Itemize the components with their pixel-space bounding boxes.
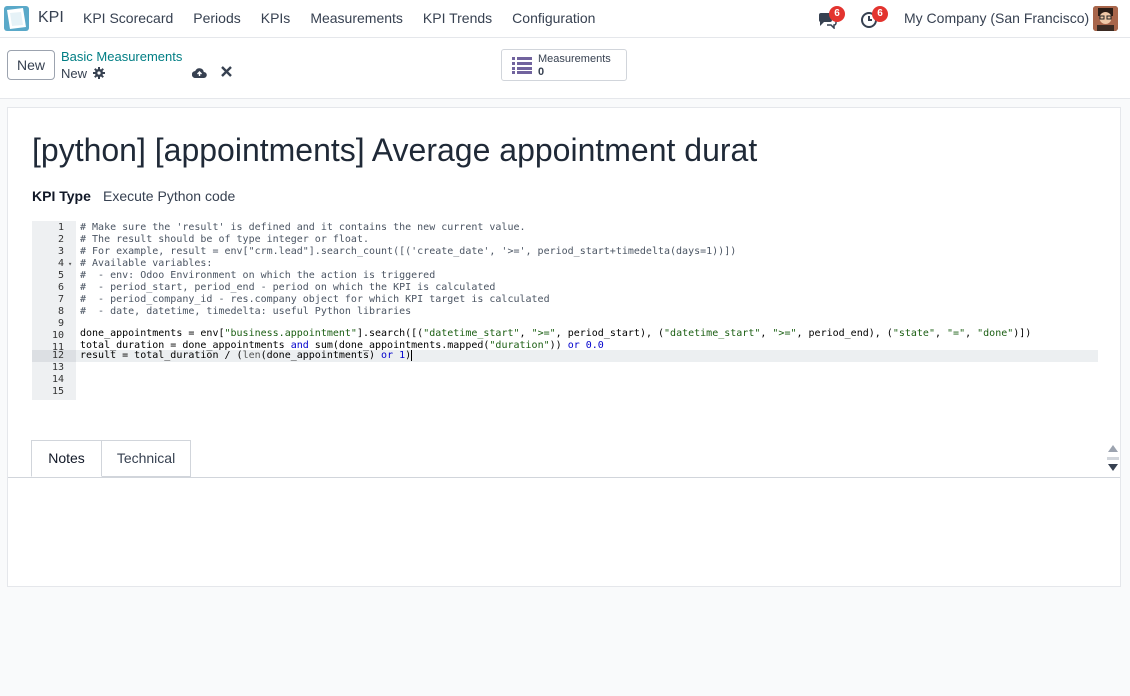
notebook-tabs: Notes Technical	[8, 440, 1120, 478]
messages-button[interactable]: 6	[817, 6, 845, 30]
app-name[interactable]: KPI	[38, 9, 64, 27]
company-switcher[interactable]: My Company (San Francisco)	[904, 10, 1089, 26]
control-panel: New Basic Measurements New Measurements …	[0, 38, 1130, 99]
code-string: "business.appointment"	[224, 328, 357, 339]
line-number: 13	[51, 362, 64, 373]
code-token: ,	[965, 328, 978, 339]
measurements-smart-button[interactable]: Measurements 0	[501, 49, 627, 81]
smart-button-count: 0	[538, 66, 545, 78]
code-comment-line: # For example, result = env["crm.lead"].…	[80, 246, 737, 257]
code-string: "done"	[977, 328, 1014, 339]
messages-badge: 6	[829, 6, 845, 22]
code-comment-line: # The result should be of type integer o…	[80, 234, 369, 245]
tabs-scroll-arrows-icon[interactable]	[1106, 442, 1120, 476]
line-number: 4	[57, 258, 64, 269]
code-string: "datetime_start"	[423, 328, 520, 339]
breadcrumb-basic-measurements[interactable]: Basic Measurements	[61, 49, 182, 64]
code-token: ))	[549, 340, 568, 351]
menu-measurements[interactable]: Measurements	[300, 0, 413, 37]
line-number: 3	[57, 246, 64, 257]
code-token: ].search([(	[356, 328, 424, 339]
new-button[interactable]: New	[7, 50, 55, 80]
activities-button[interactable]: 6	[860, 6, 888, 29]
code-string: "="	[947, 328, 966, 339]
discard-icon[interactable]	[221, 66, 232, 77]
line-number: 6	[57, 282, 64, 293]
line-number: 1	[57, 222, 64, 233]
tab-technical[interactable]: Technical	[102, 440, 191, 477]
code-string: "state"	[892, 328, 935, 339]
code-number: 0.0	[585, 340, 604, 351]
fold-arrow-icon[interactable]: ▾	[68, 258, 72, 270]
menu-periods[interactable]: Periods	[183, 0, 250, 37]
save-cloud-icon[interactable]	[192, 66, 207, 79]
code-token: , period_end), (	[796, 328, 893, 339]
tab-notes[interactable]: Notes	[31, 440, 102, 477]
menu-kpis[interactable]: KPIs	[251, 0, 301, 37]
code-token: ,	[519, 328, 532, 339]
code-token: result = total_duration / (	[80, 350, 243, 361]
code-comment-line: # Make sure the 'result' is defined and …	[80, 222, 526, 233]
code-builtin: len	[242, 350, 261, 361]
menu-configuration[interactable]: Configuration	[502, 0, 605, 37]
smart-button-label: Measurements	[538, 53, 611, 65]
code-keyword: or	[381, 350, 394, 361]
menu-kpi-trends[interactable]: KPI Trends	[413, 0, 502, 37]
code-string: "duration"	[489, 340, 550, 351]
line-number: 8	[57, 306, 64, 317]
code-string: ">="	[531, 328, 556, 339]
python-code-editor[interactable]: 1 2 3 4 ▾ 5 6 7 8 9 10 11 12 13 14 15 # …	[32, 221, 1098, 400]
code-comment-line: # - date, datetime, timedelta: useful Py…	[80, 306, 412, 317]
kpi-app-icon[interactable]	[4, 6, 29, 31]
top-navbar: KPI KPI Scorecard Periods KPIs Measureme…	[0, 0, 1130, 38]
code-comment-line: # - env: Odoo Environment on which the a…	[80, 270, 436, 281]
code-token: (done_appointments)	[260, 350, 382, 361]
code-token: )])	[1013, 328, 1032, 339]
line-number: 2	[57, 234, 64, 245]
line-number: 9	[57, 318, 64, 329]
breadcrumb-current-record: New	[61, 66, 88, 81]
code-comment-line: # - period_start, period_end - period on…	[80, 282, 496, 293]
user-avatar[interactable]	[1093, 6, 1118, 31]
line-number: 15	[51, 386, 64, 397]
kpi-type-field[interactable]: Execute Python code	[103, 188, 235, 204]
main-menu: KPI Scorecard Periods KPIs Measurements …	[73, 0, 605, 37]
code-token: ,	[934, 328, 948, 339]
code-line-10: done_appointments = env["business.appoin…	[80, 328, 1031, 340]
line-number: 10	[51, 330, 64, 341]
line-number: 12	[51, 350, 64, 361]
code-line-12: result = total_duration / (len(done_appo…	[80, 350, 413, 362]
text-cursor	[411, 350, 413, 361]
code-token: done_appointments = env[	[80, 328, 225, 339]
line-number: 7	[57, 294, 64, 305]
gear-icon[interactable]	[93, 67, 105, 79]
list-icon	[512, 57, 532, 74]
kpi-type-label: KPI Type	[32, 188, 91, 204]
avatar-image	[1093, 6, 1118, 31]
code-keyword: or	[567, 340, 580, 351]
kpi-name-field[interactable]: [python] [appointments] Average appointm…	[32, 132, 806, 176]
code-comment-line: # Available variables:	[80, 258, 213, 269]
activities-badge: 6	[872, 6, 888, 22]
form-sheet: [python] [appointments] Average appointm…	[7, 107, 1121, 587]
menu-kpi-scorecard[interactable]: KPI Scorecard	[73, 0, 183, 37]
code-comment-line: # - period_company_id - res.company obje…	[80, 294, 550, 305]
code-token: ,	[760, 328, 773, 339]
line-number: 14	[51, 374, 64, 385]
code-string: "datetime_start"	[664, 328, 761, 339]
code-string: ">="	[772, 328, 797, 339]
code-token: , period_start), (	[555, 328, 665, 339]
line-number: 5	[57, 270, 64, 281]
